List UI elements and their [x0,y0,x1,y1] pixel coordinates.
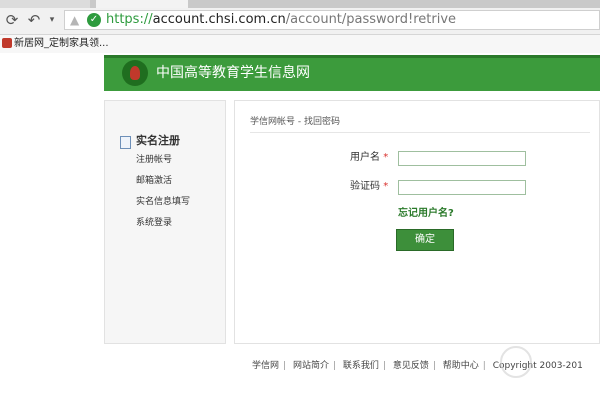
back-icon[interactable]: ↶ [24,10,44,30]
footer-link-about[interactable]: 网站简介 [293,361,329,371]
url-text[interactable]: https://account.chsi.com.cn/account/pass… [106,12,456,28]
footer-link-contact[interactable]: 联系我们 [343,361,379,371]
logo-emblem [130,66,140,80]
site-title: 中国高等教育学生信息网 [156,65,310,81]
browser-tab-active[interactable] [96,0,188,8]
footer-link-xuexin[interactable]: 学信网 [252,361,279,371]
submit-button[interactable]: 确定 [396,229,454,251]
bookmark-favicon-icon [2,38,12,48]
url-scheme: https:// [106,12,153,27]
url-host: account.chsi.com.cn [152,12,286,27]
footer-link-help[interactable]: 帮助中心 [443,361,479,371]
forgot-username-link[interactable]: 忘记用户名? [398,207,454,221]
browser-tab-strip [0,0,600,8]
required-mark: * [383,181,389,192]
secure-check-icon[interactable]: ✓ [87,13,101,27]
main-panel [234,100,600,344]
document-icon [120,136,131,149]
footer-link-feedback[interactable]: 意见反馈 [393,361,429,371]
breadcrumb: 学信网帐号 - 找回密码 [250,117,340,127]
sidebar-item-email-activation[interactable]: 邮箱激活 [136,175,172,187]
captcha-input[interactable] [398,180,526,195]
sidebar-item-system-login[interactable]: 系统登录 [136,217,172,229]
browser-tab[interactable] [0,0,90,8]
captcha-label: 验证码 * [350,180,388,194]
captcha-label-text: 验证码 [350,181,380,192]
username-input[interactable] [398,151,526,166]
shield-icon[interactable]: ▲ [70,13,79,27]
username-label: 用户名 * [350,151,388,165]
url-path: /account/password!retrive [285,12,457,27]
refresh-icon[interactable]: ⟳ [2,10,22,30]
history-dropdown-icon[interactable]: ▾ [42,10,62,30]
sidebar-heading: 实名注册 [136,134,180,147]
sidebar-item-register-account[interactable]: 注册帐号 [136,154,172,166]
watermark-paw-icon [500,346,532,378]
required-mark: * [383,152,389,163]
bookmark-item[interactable]: 新居网_定制家具领... [14,37,109,50]
sidebar-item-identity-info[interactable]: 实名信息填写 [136,196,190,208]
username-label-text: 用户名 [350,152,380,163]
breadcrumb-divider [250,132,590,133]
footer: 学信网 | 网站简介 | 联系我们 | 意见反馈 | 帮助中心 | Copyright 2… [252,361,583,371]
